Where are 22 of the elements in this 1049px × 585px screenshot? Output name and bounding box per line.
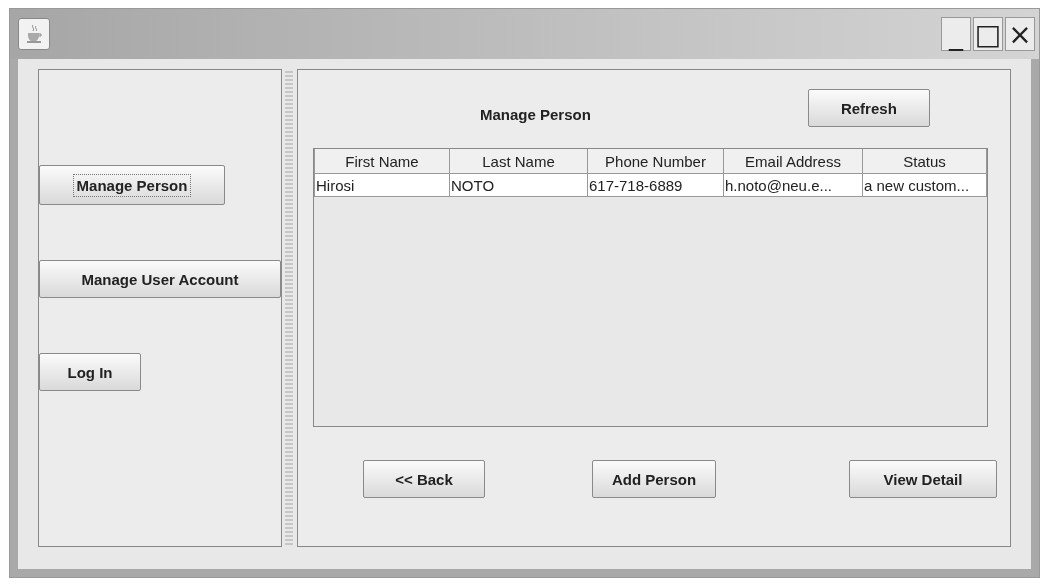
cup-icon [18, 18, 50, 50]
minimize-button[interactable]: _ [941, 17, 971, 51]
column-header[interactable]: Last Name [449, 149, 588, 174]
table-cell: a new custom... [862, 173, 987, 197]
close-button[interactable]: × [1005, 17, 1035, 51]
table-cell: 617-718-6889 [587, 173, 724, 197]
column-header[interactable]: Email Address [723, 149, 863, 174]
sidebar-button[interactable]: Manage Person [39, 165, 225, 205]
sidebar-button[interactable]: Manage User Account [39, 260, 281, 298]
sidebar-button[interactable]: Log In [39, 353, 141, 391]
column-header[interactable]: Phone Number [587, 149, 724, 174]
view-detail-button[interactable]: View Detail [849, 460, 997, 498]
maximize-button[interactable]: □ [973, 17, 1003, 51]
column-header[interactable]: Status [862, 149, 987, 174]
back-button[interactable]: << Back [363, 460, 485, 498]
panel-title: Manage Person [480, 105, 591, 123]
table-cell: Hirosi [314, 173, 450, 197]
table-cell: NOTO [449, 173, 588, 197]
table-cell: h.noto@neu.e... [723, 173, 863, 197]
add-person-button[interactable]: Add Person [592, 460, 716, 498]
refresh-button[interactable]: Refresh [807, 89, 930, 127]
column-header[interactable]: First Name [314, 149, 450, 174]
